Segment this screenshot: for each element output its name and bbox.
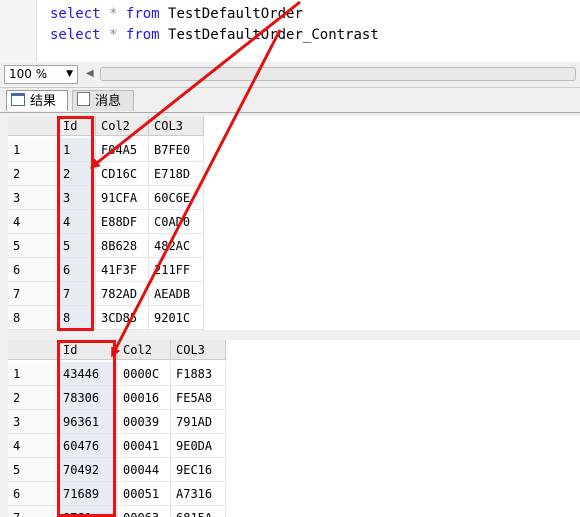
arrow-to-grid-1 <box>89 0 301 169</box>
annotation-arrows <box>89 0 301 358</box>
arrow-to-grid-2 <box>111 29 282 358</box>
